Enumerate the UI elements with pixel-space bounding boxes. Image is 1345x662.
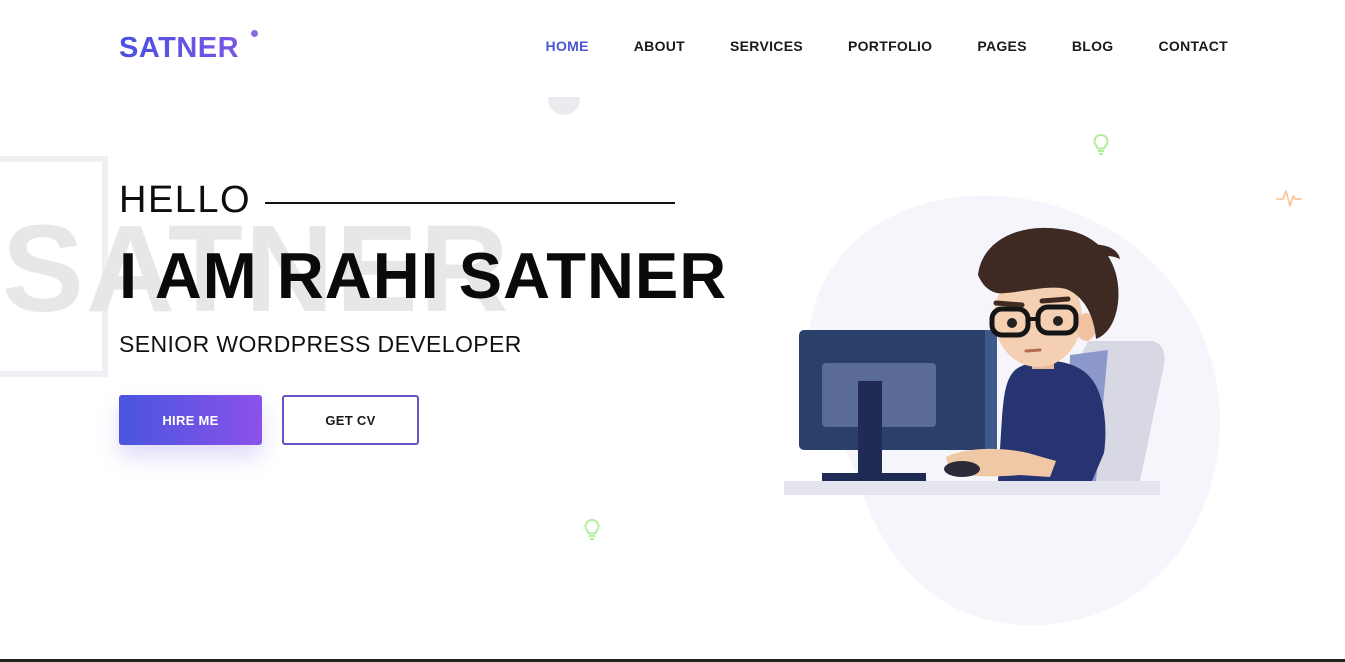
hire-me-button[interactable]: HIRE ME [119,395,262,445]
heartbeat-icon [1276,190,1302,207]
nav-item-contact[interactable]: CONTACT [1159,38,1229,54]
get-cv-button[interactable]: GET CV [282,395,419,445]
lightbulb-icon [1093,133,1109,155]
nav-item-home[interactable]: HOME [546,38,589,54]
nav-item-about[interactable]: ABOUT [634,38,685,54]
nav-item-blog[interactable]: BLOG [1072,38,1114,54]
logo-dot [251,30,258,37]
site-header: SATNER HOME ABOUT SERVICES PORTFOLIO PAG… [0,0,1345,95]
nav-item-services[interactable]: SERVICES [730,38,803,54]
decorative-semicircle [548,97,580,115]
hero-subtitle: SENIOR WORDPRESS DEVELOPER [119,331,522,357]
nav-item-pages[interactable]: PAGES [977,38,1026,54]
main-nav: HOME ABOUT SERVICES PORTFOLIO PAGES BLOG… [501,38,1228,54]
lightbulb-icon [584,518,600,540]
nav-item-portfolio[interactable]: PORTFOLIO [848,38,932,54]
hero-greeting: HELLO [119,179,252,221]
developer-at-computer-illustration [784,195,1220,626]
greeting-divider [265,202,675,204]
site-logo[interactable]: SATNER [119,34,239,63]
hero-headline: I AM RAHI SATNER [119,239,728,312]
